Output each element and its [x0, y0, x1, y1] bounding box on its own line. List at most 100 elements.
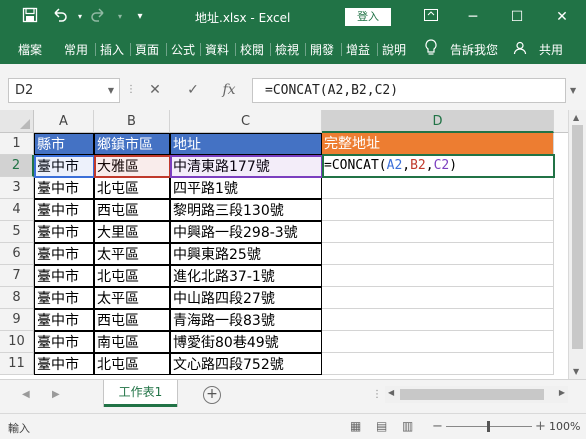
- column-header-c[interactable]: C: [170, 110, 322, 133]
- cell-b11[interactable]: 北屯區: [94, 353, 170, 375]
- cell-d6[interactable]: [322, 243, 554, 265]
- cell-a11[interactable]: 臺中市: [34, 353, 94, 375]
- cell-c4[interactable]: 黎明路三段130號: [170, 199, 322, 221]
- cell-c10[interactable]: 博愛街80巷49號: [170, 331, 322, 353]
- insert-function-button[interactable]: fx: [214, 78, 244, 103]
- scroll-left-icon[interactable]: ◀: [388, 388, 394, 397]
- tab-formulas[interactable]: 公式: [171, 41, 195, 58]
- horizontal-scrollbar[interactable]: ◀ ▶: [385, 386, 568, 403]
- cell-b6[interactable]: 太平區: [94, 243, 170, 265]
- cell-c2[interactable]: 中清東路177號: [170, 155, 322, 177]
- cell-b2[interactable]: 大雅區: [94, 155, 170, 177]
- customize-icon[interactable]: ▾: [130, 7, 150, 27]
- cell-b9[interactable]: 西屯區: [94, 309, 170, 331]
- cell-d2[interactable]: =CONCAT(A2,B2,C2): [322, 155, 554, 177]
- cell-d1[interactable]: 完整地址: [322, 133, 554, 155]
- cell-a6[interactable]: 臺中市: [34, 243, 94, 265]
- tell-me-search[interactable]: 告訴我您: [450, 41, 498, 58]
- cell-b10[interactable]: 南屯區: [94, 331, 170, 353]
- cell-b5[interactable]: 大里區: [94, 221, 170, 243]
- normal-view-icon[interactable]: ▦: [350, 419, 361, 433]
- tab-splitter-dots[interactable]: ⋮: [372, 389, 382, 400]
- tab-page-layout[interactable]: 頁面: [135, 41, 159, 58]
- row-header-1[interactable]: 1: [0, 133, 34, 155]
- tab-insert[interactable]: 插入: [100, 41, 124, 58]
- cell-c1[interactable]: 地址: [170, 133, 322, 155]
- cell-c9[interactable]: 青海路一段83號: [170, 309, 322, 331]
- prev-sheet-icon[interactable]: ◀: [22, 389, 30, 400]
- row-header-9[interactable]: 9: [0, 309, 34, 331]
- cell-d3[interactable]: [322, 177, 554, 199]
- cell-c11[interactable]: 文心路四段752號: [170, 353, 322, 375]
- tab-addins[interactable]: 增益: [346, 41, 370, 58]
- cell-d10[interactable]: [322, 331, 554, 353]
- worksheet-grid[interactable]: A B C D 1 縣市 鄉鎮市區 地址 完整地址 2 臺中市 大雅區 中清東路177號 =CON…: [0, 110, 568, 379]
- cell-a2[interactable]: 臺中市: [34, 155, 94, 177]
- scroll-down-icon[interactable]: ▼: [573, 367, 579, 376]
- login-button[interactable]: 登入: [345, 8, 391, 26]
- close-button[interactable]: ✕: [540, 0, 584, 34]
- cell-c6[interactable]: 中興東路25號: [170, 243, 322, 265]
- row-header-8[interactable]: 8: [0, 287, 34, 309]
- tab-file[interactable]: 檔案: [18, 41, 42, 58]
- row-header-2[interactable]: 2: [0, 155, 34, 177]
- tab-data[interactable]: 資料: [205, 41, 229, 58]
- cell-a4[interactable]: 臺中市: [34, 199, 94, 221]
- redo-dropdown-icon[interactable]: ▾: [110, 7, 130, 27]
- row-header-11[interactable]: 11: [0, 353, 34, 375]
- cell-b7[interactable]: 北屯區: [94, 265, 170, 287]
- cell-a1[interactable]: 縣市: [34, 133, 94, 155]
- row-header-4[interactable]: 4: [0, 199, 34, 221]
- row-header-5[interactable]: 5: [0, 221, 34, 243]
- vertical-scrollbar[interactable]: ▲ ▼: [568, 110, 586, 379]
- cancel-button[interactable]: ✕: [140, 78, 170, 103]
- cell-d7[interactable]: [322, 265, 554, 287]
- tab-view[interactable]: 檢視: [275, 41, 299, 58]
- cell-b3[interactable]: 北屯區: [94, 177, 170, 199]
- person-icon[interactable]: [513, 41, 527, 58]
- column-header-a[interactable]: A: [34, 110, 94, 133]
- horizontal-scroll-thumb[interactable]: [400, 389, 544, 400]
- scroll-up-icon[interactable]: ▲: [573, 113, 579, 122]
- select-all-button[interactable]: [0, 110, 34, 133]
- sheet-tab-1[interactable]: 工作表1: [104, 380, 177, 407]
- cell-b4[interactable]: 西屯區: [94, 199, 170, 221]
- share-button[interactable]: 共用: [539, 41, 563, 58]
- undo-icon[interactable]: [50, 7, 70, 27]
- cell-b8[interactable]: 太平區: [94, 287, 170, 309]
- expand-formula-icon[interactable]: ▼: [570, 86, 576, 95]
- cell-a7[interactable]: 臺中市: [34, 265, 94, 287]
- undo-dropdown-icon[interactable]: ▾: [70, 7, 90, 27]
- next-sheet-icon[interactable]: ▶: [52, 389, 60, 400]
- ribbon-display-icon[interactable]: [409, 0, 453, 34]
- zoom-in-button[interactable]: +: [535, 419, 546, 434]
- tab-review[interactable]: 校閱: [240, 41, 264, 58]
- cell-d4[interactable]: [322, 199, 554, 221]
- name-box-dropdown-icon[interactable]: ▼: [108, 79, 114, 102]
- zoom-slider-thumb[interactable]: [487, 421, 490, 432]
- tab-home[interactable]: 常用: [64, 41, 88, 58]
- minimize-button[interactable]: ─: [451, 0, 495, 34]
- cell-a8[interactable]: 臺中市: [34, 287, 94, 309]
- cell-a3[interactable]: 臺中市: [34, 177, 94, 199]
- cell-d5[interactable]: [322, 221, 554, 243]
- cell-c8[interactable]: 中山路四段27號: [170, 287, 322, 309]
- cell-d8[interactable]: [322, 287, 554, 309]
- page-layout-view-icon[interactable]: ▤: [376, 419, 387, 433]
- splitter-dots[interactable]: ⋮: [126, 84, 136, 95]
- row-header-3[interactable]: 3: [0, 177, 34, 199]
- zoom-out-button[interactable]: −: [432, 419, 443, 434]
- cell-c3[interactable]: 四平路1號: [170, 177, 322, 199]
- cell-a5[interactable]: 臺中市: [34, 221, 94, 243]
- cell-a9[interactable]: 臺中市: [34, 309, 94, 331]
- cell-c5[interactable]: 中興路一段298-3號: [170, 221, 322, 243]
- formula-input[interactable]: =CONCAT(A2,B2,C2): [252, 78, 566, 103]
- tab-developer[interactable]: 開發: [310, 41, 334, 58]
- cell-c7[interactable]: 進化北路37-1號: [170, 265, 322, 287]
- zoom-level[interactable]: 100%: [549, 420, 580, 433]
- cell-d11[interactable]: [322, 353, 554, 375]
- add-sheet-button[interactable]: +: [203, 386, 221, 404]
- name-box[interactable]: D2 ▼: [8, 78, 120, 103]
- vertical-scroll-thumb[interactable]: [572, 125, 583, 349]
- cell-d9[interactable]: [322, 309, 554, 331]
